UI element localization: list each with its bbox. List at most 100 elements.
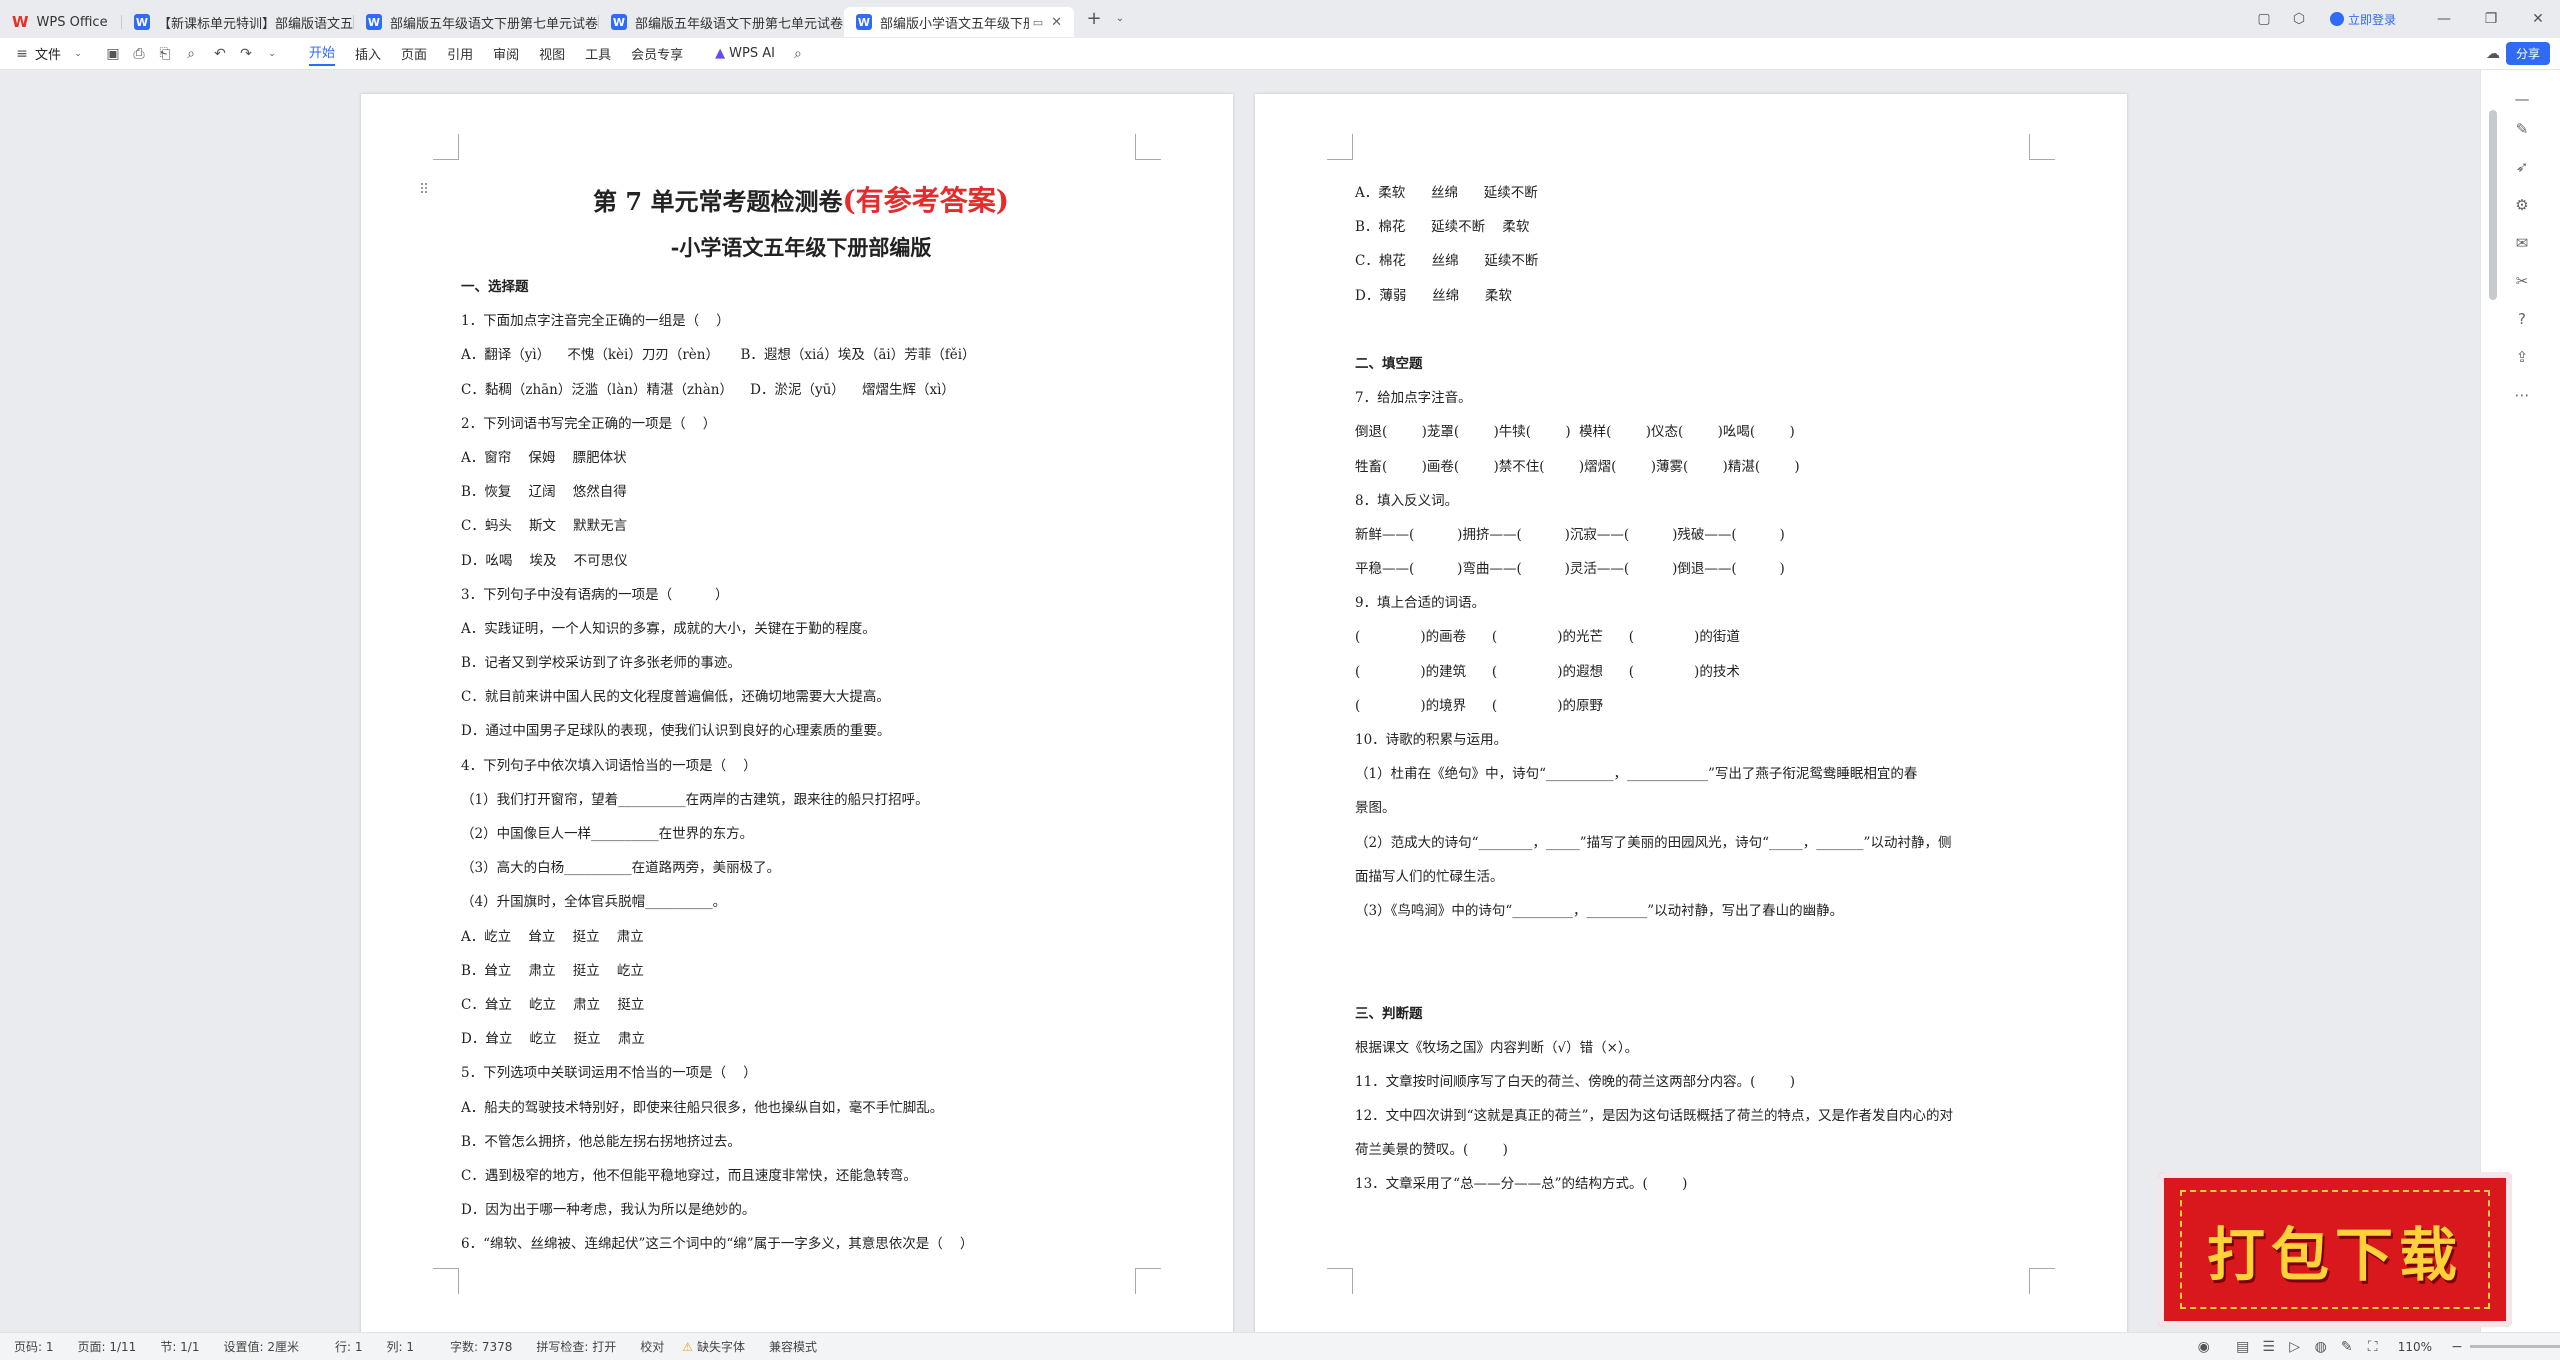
- document-workspace[interactable]: ⠿ 第 7 单元常考题检测卷(有参考答案) -小学语文五年级下册部编版 一、选择…: [0, 70, 2480, 1334]
- menu-tab-member[interactable]: 会员专享: [631, 44, 683, 63]
- status-section[interactable]: 节: 1/1: [160, 1338, 199, 1355]
- status-setting[interactable]: 设置值: 2厘米: [223, 1338, 299, 1355]
- status-spellcheck[interactable]: 拼写检查: 打开: [536, 1338, 616, 1355]
- tools-icon[interactable]: ✂: [2513, 272, 2531, 290]
- text-line: B．记者又到学校采访到了许多张老师的事迹。: [461, 655, 741, 672]
- search-icon[interactable]: ⌕: [790, 46, 806, 62]
- text-line: D．通过中国男子足球队的表现，使我们认识到良好的心理素质的重要。: [461, 723, 891, 740]
- wps-logo-icon: W: [12, 13, 29, 31]
- text-line: A．窗帘 保姆 膘肥体状: [461, 449, 627, 466]
- text-line: 12．文中四次讲到“这就是真正的荷兰”，是因为这句话既概括了荷兰的特点，又是作者…: [1355, 1108, 1953, 1125]
- share-icon[interactable]: ⇪: [2513, 348, 2531, 366]
- text-line: （1）杜甫在《绝句》中，诗句“__________，____________”写…: [1355, 766, 1918, 783]
- text-line: 倒退( )茏罩( )牛犊( ) 模样( )仪态( )吆喝( ): [1355, 424, 1795, 441]
- tab-bar: W WPS Office W 【新课标单元特训】部编版语文五年 W 部编版五年级…: [0, 0, 2560, 38]
- text-line: 面描写人们的忙碌生活。: [1355, 868, 1504, 885]
- redo-icon[interactable]: ↷: [238, 46, 254, 62]
- restore-icon[interactable]: ❐: [2483, 11, 2499, 27]
- tab-document-3[interactable]: W 部编版五年级语文下册第七单元试卷2: [599, 7, 844, 37]
- zoom-level[interactable]: 110%: [2398, 1340, 2432, 1354]
- collapse-icon[interactable]: —: [2513, 90, 2531, 108]
- tab-wps-home[interactable]: W WPS Office: [0, 7, 122, 37]
- zoom-out-icon[interactable]: −: [2449, 1339, 2465, 1355]
- text-line: D．薄弱 丝绵 柔软: [1355, 287, 1512, 304]
- wps-ai-icon[interactable]: ▲: [715, 46, 725, 61]
- page-2-content: A．柔软 丝绵 延续不断 B．棉花 延续不断 柔软 C．棉花 丝绵 延续不断 D．薄弱…: [1355, 176, 2055, 1202]
- status-page[interactable]: 页码: 1: [14, 1338, 54, 1355]
- close-icon[interactable]: ✕: [1051, 15, 1062, 30]
- pen-icon[interactable]: ✎: [2513, 120, 2531, 138]
- word-doc-icon: W: [134, 14, 150, 30]
- text-line: （3）高大的白杨__________在道路两旁，美丽极了。: [461, 860, 781, 877]
- edit-icon[interactable]: ✎: [2339, 1339, 2355, 1355]
- vertical-scrollbar[interactable]: [2489, 110, 2497, 300]
- text-line: 10．诗歌的积累与运用。: [1355, 732, 1508, 748]
- section-heading: 二、填空题: [1355, 355, 1423, 372]
- menu-tab-review[interactable]: 审阅: [493, 44, 519, 63]
- text-line: 9．填上合适的词语。: [1355, 595, 1486, 612]
- file-menu[interactable]: 文件: [35, 44, 61, 63]
- export-pdf-icon[interactable]: ⎙: [131, 46, 147, 62]
- cloud-icon[interactable]: ☁: [2485, 46, 2501, 62]
- close-window-icon[interactable]: ✕: [2530, 11, 2546, 27]
- share-button[interactable]: 分享: [2505, 42, 2550, 65]
- text-line: A．柔软 丝绵 延续不断: [1355, 185, 1538, 201]
- status-pages[interactable]: 页面: 1/11: [78, 1338, 137, 1355]
- text-line: 13．文章采用了“总——分——总”的结构方式。( ): [1355, 1176, 1688, 1193]
- wps-ai-button[interactable]: WPS AI: [729, 46, 775, 61]
- outline-view-icon[interactable]: ☰: [2261, 1339, 2277, 1355]
- menu-tab-view[interactable]: 视图: [539, 44, 565, 63]
- fit-icon[interactable]: ⛶: [2365, 1339, 2381, 1355]
- menu-tab-references[interactable]: 引用: [447, 44, 473, 63]
- window-icon[interactable]: ▢: [2256, 11, 2272, 27]
- chevron-down-icon[interactable]: ⌄: [1112, 11, 1128, 27]
- chevron-down-icon[interactable]: ⌄: [70, 46, 86, 62]
- status-words[interactable]: 字数: 7378: [450, 1338, 512, 1355]
- status-missing-font[interactable]: 缺失字体: [697, 1338, 745, 1355]
- page-view-icon[interactable]: ▤: [2235, 1339, 2251, 1355]
- tab-document-2[interactable]: W 部编版五年级语文下册第七单元试卷: [354, 7, 599, 37]
- more-icon[interactable]: ⋯: [2513, 386, 2531, 404]
- web-view-icon[interactable]: ◍: [2313, 1339, 2329, 1355]
- monitor-icon[interactable]: ▭: [1033, 16, 1043, 29]
- play-icon[interactable]: ▷: [2287, 1339, 2303, 1355]
- warning-icon: ⚠: [682, 1339, 694, 1354]
- menu-tab-home[interactable]: 开始: [309, 42, 336, 66]
- text-line: 荷兰美景的赞叹。( ): [1355, 1142, 1508, 1159]
- text-line: B．不管怎么拥挤，他总能左拐右拐地挤过去。: [461, 1133, 741, 1150]
- zoom-slider[interactable]: [2470, 1345, 2560, 1348]
- undo-icon[interactable]: ↶: [212, 46, 228, 62]
- select-icon[interactable]: ➶: [2513, 158, 2531, 176]
- comment-icon[interactable]: ✉: [2513, 234, 2531, 252]
- avatar[interactable]: [2329, 12, 2344, 26]
- help-icon[interactable]: ?: [2513, 310, 2531, 328]
- menu-tab-insert[interactable]: 插入: [355, 44, 381, 63]
- cube-icon[interactable]: ⬡: [2291, 11, 2307, 27]
- chevron-down-icon[interactable]: ⌄: [264, 46, 280, 62]
- menu-tab-tools[interactable]: 工具: [585, 44, 611, 63]
- new-tab-icon[interactable]: +: [1086, 10, 1102, 28]
- text-line: 新鲜——( )拥挤——( )沉寂——( )残破——( ): [1355, 526, 1785, 543]
- status-proof[interactable]: 校对: [640, 1338, 664, 1355]
- text-line: （1）我们打开窗帘，望着__________在两岸的古建筑，跟来往的船只打招呼。: [461, 791, 929, 808]
- download-banner[interactable]: 打包下载: [2158, 1172, 2512, 1327]
- tab-label: WPS Office: [36, 14, 108, 30]
- tab-document-1[interactable]: W 【新课标单元特训】部编版语文五年: [122, 7, 354, 37]
- save-icon[interactable]: ▣: [105, 46, 121, 62]
- word-doc-icon: W: [366, 14, 382, 30]
- minimize-icon[interactable]: —: [2436, 11, 2452, 27]
- eye-icon[interactable]: ◉: [2196, 1339, 2212, 1355]
- tab-document-active[interactable]: W 部编版小学语文五年级下册第 ▭ ✕: [844, 7, 1074, 37]
- login-link[interactable]: 立即登录: [2348, 11, 2396, 28]
- menu-tab-page[interactable]: 页面: [401, 44, 427, 63]
- page-1-content: 第 7 单元常考题检测卷(有参考答案) -小学语文五年级下册部编版 一、选择题 1…: [461, 176, 1141, 1261]
- print-preview-icon[interactable]: ⌕: [183, 46, 199, 62]
- status-compat-mode: 兼容模式: [769, 1340, 818, 1354]
- settings-icon[interactable]: ⚙: [2513, 196, 2531, 214]
- document-page-1[interactable]: ⠿ 第 7 单元常考题检测卷(有参考答案) -小学语文五年级下册部编版 一、选择…: [361, 94, 1233, 1334]
- document-page-2[interactable]: A．柔软 丝绵 延续不断 B．棉花 延续不断 柔软 C．棉花 丝绵 延续不断 D．薄弱…: [1255, 94, 2127, 1334]
- drag-handle-icon[interactable]: ⠿: [419, 182, 429, 198]
- menu-icon[interactable]: ≡: [14, 46, 30, 62]
- text-line: C．遇到极窄的地方，他不但能平稳地穿过，而且速度非常快，还能急转弯。: [461, 1167, 917, 1184]
- print-icon[interactable]: ⎗: [157, 46, 173, 62]
